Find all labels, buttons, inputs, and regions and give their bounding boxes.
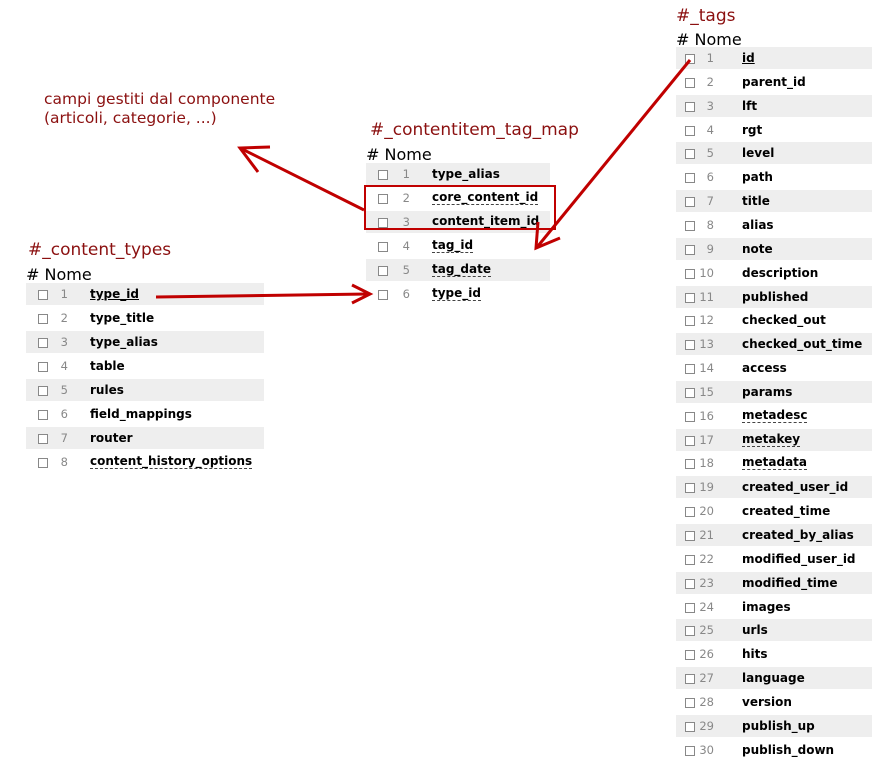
- arrow-type-id: [155, 283, 374, 305]
- arrow-to-note: [237, 145, 365, 212]
- arrow-tag-id: [534, 59, 692, 251]
- arrows-layer: [155, 59, 692, 305]
